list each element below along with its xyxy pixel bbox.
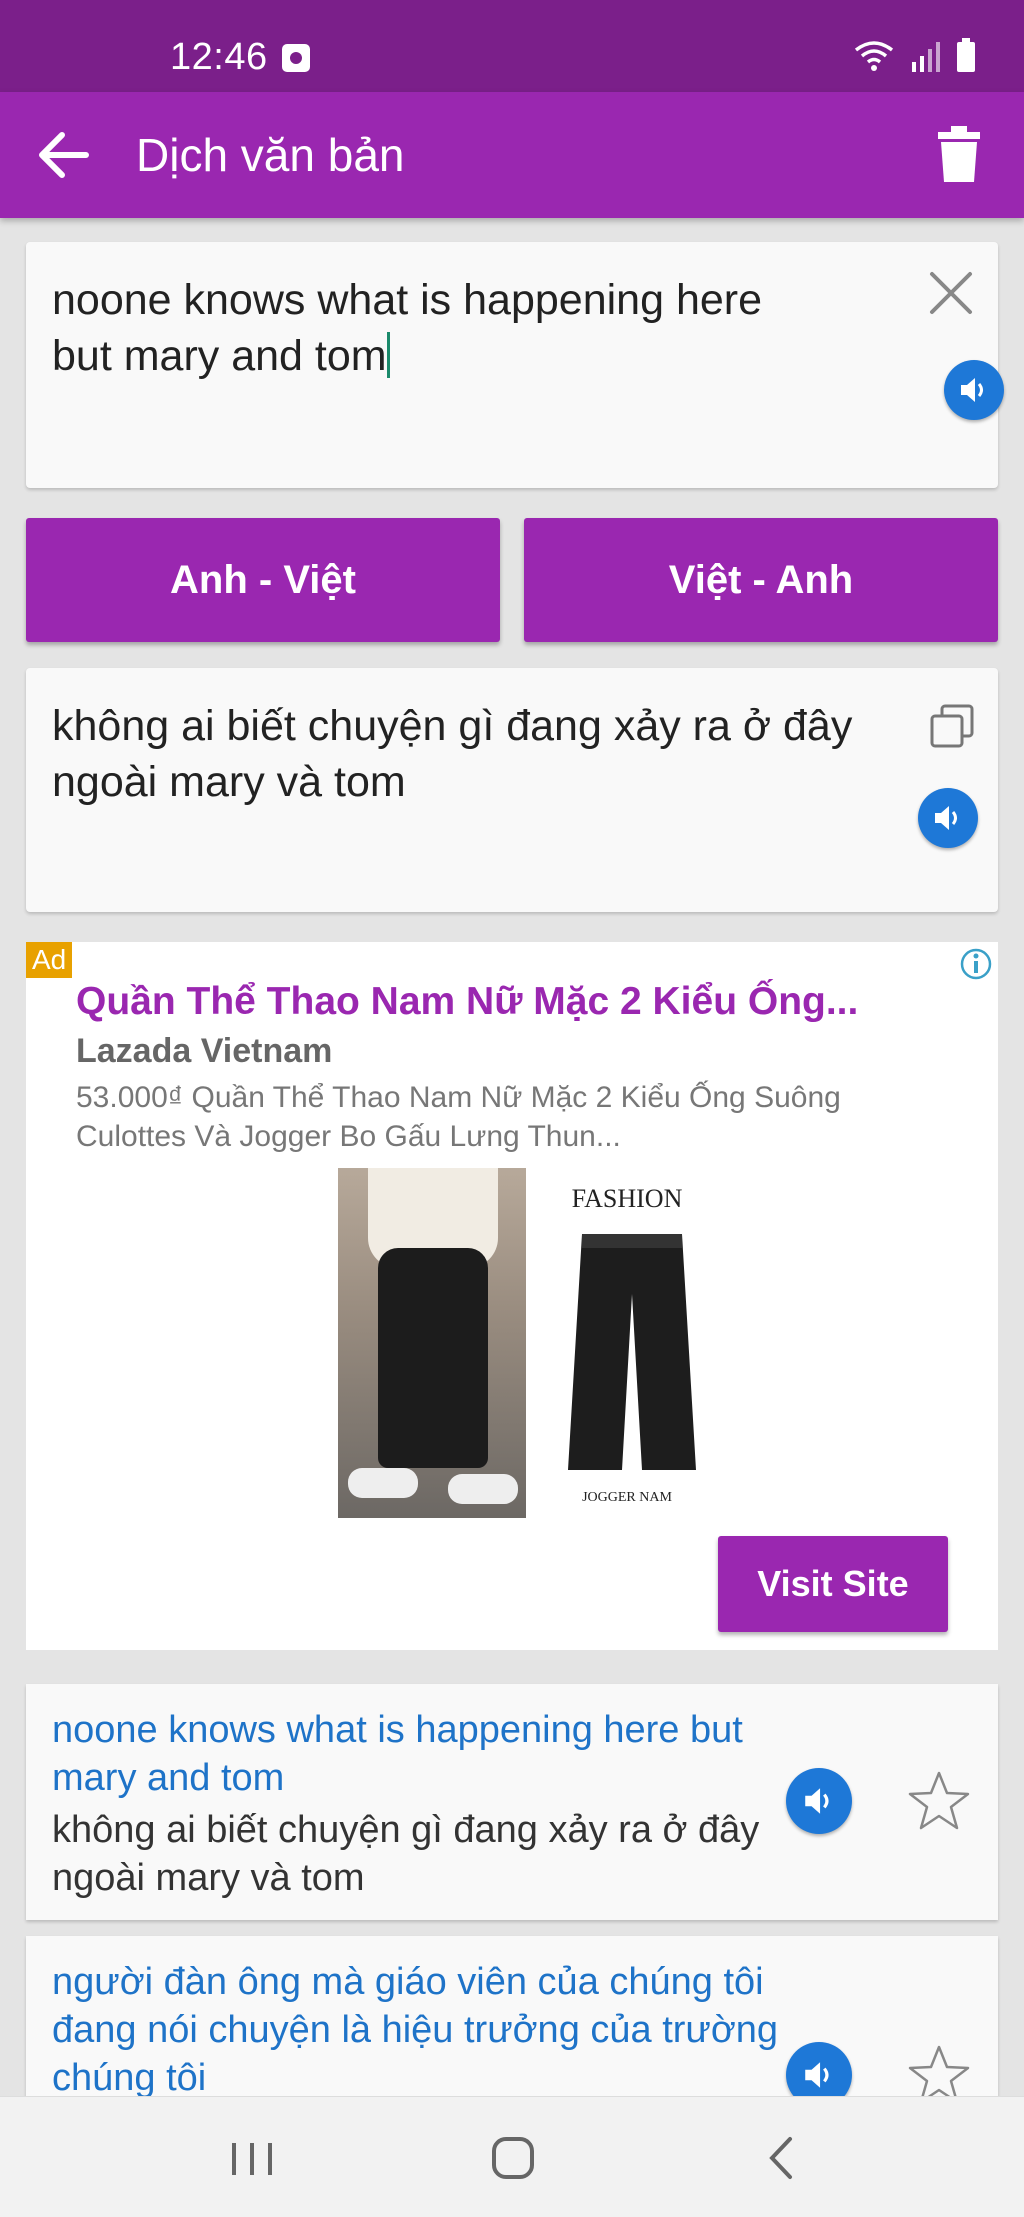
status-bar: 12:46: [0, 0, 1024, 92]
speak-translation-button[interactable]: [918, 788, 978, 848]
output-card: không ai biết chuyện gì đang xảy ra ở đâ…: [26, 668, 998, 912]
english-vietnamese-button[interactable]: Anh - Việt: [26, 518, 500, 642]
history-speak-button[interactable]: [786, 1768, 852, 1834]
text-caret: [386, 332, 390, 378]
ad-description: 53.000₫ Quần Thể Thao Nam Nữ Mặc 2 Kiểu …: [76, 1081, 841, 1153]
ad-banner[interactable]: Ad Quần Thể Thao Nam Nữ Mặc 2 Kiểu Ống..…: [26, 942, 998, 1650]
copy-icon[interactable]: [928, 702, 976, 750]
back-icon[interactable]: [752, 2133, 812, 2183]
app-bar: Dịch văn bản: [0, 92, 1024, 218]
notification-icon: [282, 44, 310, 72]
visit-site-button[interactable]: Visit Site: [718, 1536, 948, 1632]
speaker-icon: [935, 806, 957, 830]
ad-advertiser: Lazada Vietnam: [76, 1032, 333, 1070]
translated-text: không ai biết chuyện gì đang xảy ra ở đâ…: [52, 702, 853, 806]
signal-icon: [912, 42, 940, 72]
system-nav-bar: [0, 2096, 1024, 2217]
trash-icon[interactable]: [934, 124, 984, 184]
pants-icon: [568, 1234, 696, 1470]
ad-badge: Ad: [26, 942, 73, 978]
source-text-value: noone knows what is happening here but m…: [52, 276, 763, 380]
status-time: 12:46: [170, 36, 268, 78]
history-source-text: người đàn ông mà giáo viên của chúng tôi…: [52, 1961, 779, 2099]
battery-icon: [957, 38, 975, 72]
speaker-icon: [805, 2062, 829, 2088]
ad-product-photo: FASHION JOGGER NAM: [526, 1168, 728, 1518]
close-icon[interactable]: [928, 270, 974, 316]
vietnamese-english-button[interactable]: Việt - Anh: [524, 518, 998, 642]
wifi-icon: [854, 41, 894, 71]
speaker-icon: [961, 378, 983, 402]
ad-image-label-top: FASHION: [571, 1184, 683, 1213]
ad-image-label-bottom: JOGGER NAM: [582, 1490, 672, 1505]
speak-source-button[interactable]: [944, 360, 1004, 420]
ad-title[interactable]: Quần Thể Thao Nam Nữ Mặc 2 Kiểu Ống...: [76, 980, 858, 1024]
history-target-text: không ai biết chuyện gì đang xảy ra ở đâ…: [52, 1809, 760, 1899]
source-text-input[interactable]: noone knows what is happening here but m…: [52, 272, 882, 384]
back-arrow-icon[interactable]: [34, 130, 90, 180]
info-icon[interactable]: [958, 946, 994, 982]
status-icons: [854, 38, 976, 72]
history-item[interactable]: noone knows what is happening here but m…: [26, 1684, 998, 1920]
history-source-text: noone knows what is happening here but m…: [52, 1709, 743, 1799]
recents-icon[interactable]: [222, 2133, 282, 2183]
ad-product-image[interactable]: FASHION JOGGER NAM: [338, 1168, 728, 1518]
home-icon[interactable]: [484, 2133, 544, 2183]
ad-model-photo: [338, 1168, 526, 1518]
speaker-icon: [805, 1788, 829, 1814]
star-icon[interactable]: [906, 1768, 972, 1834]
page-title: Dịch văn bản: [136, 129, 405, 181]
input-card: noone knows what is happening here but m…: [26, 242, 998, 488]
